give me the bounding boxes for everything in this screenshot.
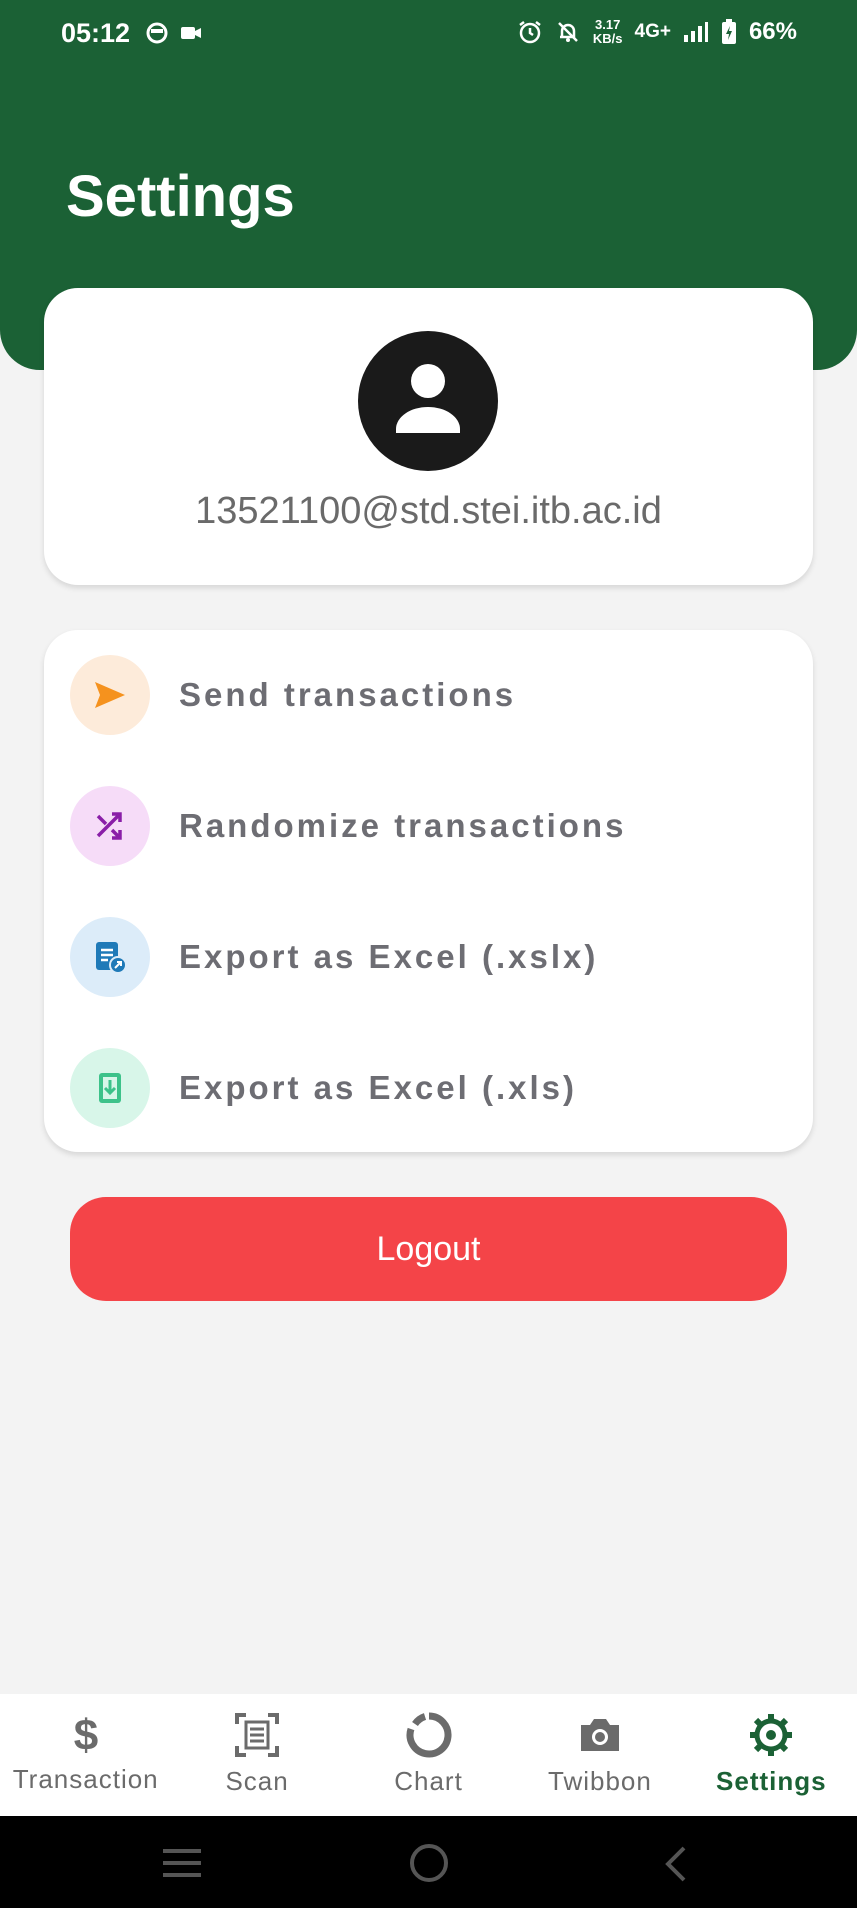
dollar-icon: $	[73, 1712, 97, 1756]
avatar[interactable]	[358, 331, 498, 471]
network-speed: 3.17 KB/s	[593, 18, 623, 46]
status-left-icons	[146, 22, 202, 44]
actions-card: Send transactions Randomize transactions…	[44, 630, 813, 1152]
page-title: Settings	[66, 164, 295, 229]
export-xlsx-label: Export as Excel (.xslx)	[179, 938, 599, 975]
svg-text:$: $	[73, 1712, 97, 1756]
excel-export-icon	[96, 942, 127, 974]
status-bar: 05:12 3.17 KB/s 4G+ 66%	[0, 0, 857, 72]
send-icon-badge	[70, 655, 150, 735]
profile-email: 13521100@std.stei.itb.ac.id	[195, 490, 662, 532]
nav-transaction[interactable]: $ Transaction	[0, 1694, 171, 1816]
battery-icon	[721, 19, 736, 44]
system-navigation-bar	[0, 1816, 857, 1908]
randomize-transactions-label: Randomize transactions	[179, 807, 627, 844]
person-icon	[396, 364, 460, 433]
send-icon	[95, 682, 125, 708]
nav-twibbon-label: Twibbon	[548, 1766, 652, 1796]
nav-transaction-label: Transaction	[12, 1764, 159, 1794]
export-xlsx-item[interactable]: Export as Excel (.xslx)	[70, 917, 790, 997]
back-icon[interactable]	[660, 1844, 690, 1884]
signal-icon	[683, 22, 708, 42]
nav-chart[interactable]: Chart	[343, 1694, 514, 1816]
nav-scan[interactable]: Scan	[171, 1694, 342, 1816]
camera-icon	[580, 1719, 619, 1751]
randomize-transactions-item[interactable]: Randomize transactions	[70, 786, 790, 866]
download-file-icon	[99, 1073, 121, 1103]
recent-apps-icon[interactable]	[160, 1846, 204, 1880]
video-record-icon	[181, 27, 201, 39]
nav-scan-label: Scan	[225, 1766, 289, 1796]
bottom-nav: $ Transaction Scan Chart Twibbon Setting…	[0, 1694, 857, 1816]
nav-chart-label: Chart	[394, 1766, 463, 1796]
notifications-off-icon	[557, 22, 578, 42]
send-transactions-item[interactable]: Send transactions	[70, 655, 790, 735]
nav-settings-label: Settings	[716, 1766, 827, 1796]
shuffle-icon-badge	[70, 786, 150, 866]
speed-value: 3.17	[595, 17, 621, 32]
send-transactions-label: Send transactions	[179, 676, 517, 713]
export-xls-item[interactable]: Export as Excel (.xls)	[70, 1048, 790, 1128]
gear-icon	[750, 1714, 793, 1756]
home-icon[interactable]	[408, 1842, 450, 1884]
shuffle-icon	[96, 812, 122, 840]
nav-settings[interactable]: Settings	[686, 1694, 857, 1816]
alarm-icon	[519, 21, 541, 44]
network-type: 4G+	[634, 21, 671, 42]
status-time: 05:12	[61, 18, 131, 48]
download-file-icon-badge	[70, 1048, 150, 1128]
scan-icon	[235, 1713, 280, 1757]
speed-unit: KB/s	[592, 31, 623, 46]
status-right: 3.17 KB/s 4G+ 66%	[517, 18, 797, 46]
profile-card	[44, 288, 813, 585]
chart-ring-icon	[406, 1712, 451, 1758]
logout-button[interactable]: Logout	[70, 1197, 787, 1301]
excel-export-icon-badge	[70, 917, 150, 997]
nav-twibbon[interactable]: Twibbon	[514, 1694, 685, 1816]
export-xls-label: Export as Excel (.xls)	[179, 1069, 577, 1106]
app-notification-icon	[146, 22, 168, 44]
battery-level: 66%	[748, 18, 797, 45]
